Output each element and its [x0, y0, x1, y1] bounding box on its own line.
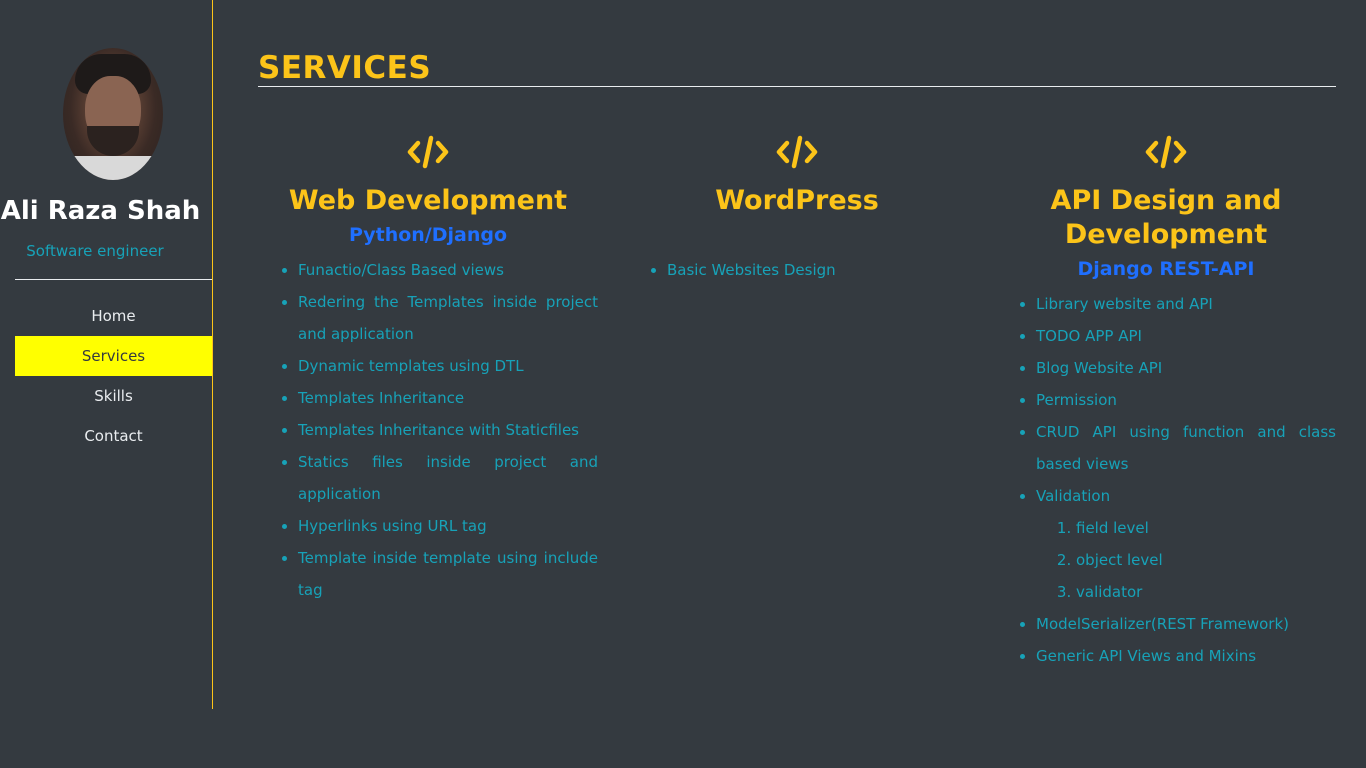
code-icon — [407, 135, 449, 169]
list-item: Generic API Views and Mixins — [1036, 640, 1336, 672]
nav-item-skills[interactable]: Skills — [15, 376, 212, 416]
page: Ali Raza Shah Software engineer Home Ser… — [0, 0, 1366, 768]
service-list: Basic Websites Design — [627, 254, 967, 286]
service-title: WordPress — [715, 185, 879, 216]
list-item: Permission — [1036, 384, 1336, 416]
sidebar-divider — [15, 279, 212, 280]
validation-levels: field level object level validator — [1036, 512, 1336, 608]
service-title: API Design and Development — [1050, 185, 1282, 250]
service-subtitle — [627, 220, 967, 250]
service-title: Web Development — [288, 185, 568, 216]
list-item: Funactio/Class Based views — [298, 254, 598, 286]
page-title: SERVICES — [258, 50, 432, 86]
list-item: Blog Website API — [1036, 352, 1336, 384]
validation-level: object level — [1076, 544, 1336, 576]
list-item: Basic Websites Design — [667, 254, 967, 286]
title-divider — [258, 86, 1336, 87]
list-item: CRUD API using function and class based … — [1036, 416, 1336, 480]
list-item: Templates Inheritance with Staticfiles — [298, 414, 598, 446]
code-icon — [1145, 135, 1187, 169]
list-item: Redering the Templates inside project an… — [298, 286, 598, 350]
list-item: Templates Inheritance — [298, 382, 598, 414]
list-item: ModelSerializer(REST Framework) — [1036, 608, 1336, 640]
service-card-web-development: Web Development Python/Django Funactio/C… — [258, 130, 598, 606]
validation-level: field level — [1076, 512, 1336, 544]
list-item-label: Validation — [1036, 487, 1111, 505]
service-subtitle: Django REST-API — [1077, 258, 1255, 280]
service-list: Funactio/Class Based views Redering the … — [258, 254, 598, 606]
list-item: TODO APP API — [1036, 320, 1336, 352]
service-card-wordpress: WordPress Basic Websites Design — [627, 130, 967, 286]
nav-item-contact[interactable]: Contact — [15, 416, 212, 456]
profile-name: Ali Raza Shah — [0, 196, 201, 226]
code-icon — [776, 135, 818, 169]
list-item: Library website and API — [1036, 288, 1336, 320]
list-item: Template inside template using include t… — [298, 542, 598, 606]
service-card-api-design: API Design and Development Django REST-A… — [996, 130, 1336, 672]
nav-item-services[interactable]: Services — [15, 336, 212, 376]
list-item: Dynamic templates using DTL — [298, 350, 598, 382]
profile-role: Software engineer — [26, 242, 164, 260]
sidebar: Ali Raza Shah Software engineer Home Ser… — [0, 0, 213, 709]
service-subtitle: Python/Django — [348, 224, 508, 246]
list-item: Hyperlinks using URL tag — [298, 510, 598, 542]
nav-item-home[interactable]: Home — [15, 296, 212, 336]
list-item: Statics files inside project and applica… — [298, 446, 598, 510]
service-list: Library website and API TODO APP API Blo… — [996, 288, 1336, 672]
list-item-validation: Validation field level object level vali… — [1036, 480, 1336, 608]
avatar — [63, 48, 163, 180]
validation-level: validator — [1076, 576, 1336, 608]
sidebar-nav: Home Services Skills Contact — [15, 296, 212, 456]
